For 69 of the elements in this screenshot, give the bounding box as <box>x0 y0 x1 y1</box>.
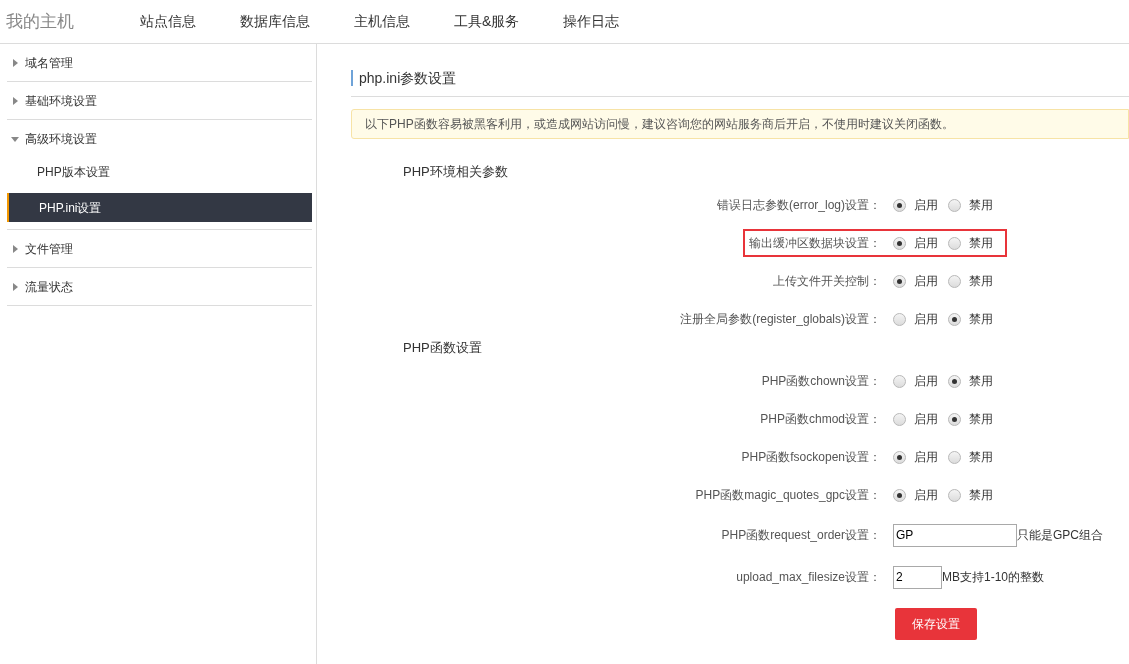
radio-button[interactable] <box>948 236 961 250</box>
setting-label: PHP函数chmod设置： <box>760 411 881 428</box>
radio-label[interactable]: 启用 <box>914 372 938 390</box>
setting-label: PHP函数fsockopen设置： <box>741 449 881 466</box>
sidebar-item[interactable]: 高级环境设置 <box>7 120 312 157</box>
radio-label[interactable]: 启用 <box>914 410 938 428</box>
radio-label[interactable]: 禁用 <box>969 196 993 214</box>
setting-label: 输出缓冲区数据块设置： <box>749 235 881 252</box>
radio-button[interactable] <box>893 236 906 250</box>
input-hint: MB支持1-10的整数 <box>942 569 1045 586</box>
radio-button[interactable] <box>893 274 906 288</box>
caret-icon <box>11 282 19 291</box>
radio-button[interactable] <box>893 198 906 212</box>
sidebar-subitem[interactable]: PHP版本设置 <box>7 157 312 186</box>
caret-icon <box>11 134 19 143</box>
caret-icon <box>11 244 19 253</box>
radio-button[interactable] <box>948 312 961 326</box>
radio-label[interactable]: 禁用 <box>969 448 993 466</box>
sidebar-item[interactable]: 域名管理 <box>7 44 312 81</box>
setting-label: PHP函数request_order设置： <box>721 527 881 544</box>
radio-button[interactable] <box>893 412 906 426</box>
radio-button[interactable] <box>948 488 961 502</box>
nav-link[interactable]: 操作日志 <box>563 11 620 32</box>
setting-label: 上传文件开关控制： <box>773 273 881 290</box>
brand-title: 我的主机 <box>6 10 75 33</box>
text-input[interactable]: GP <box>893 523 1017 547</box>
nav-link[interactable]: 站点信息 <box>140 11 196 32</box>
radio-button[interactable] <box>893 374 906 388</box>
nav-link[interactable]: 主机信息 <box>354 11 410 32</box>
section-heading: PHP函数设置 <box>402 339 483 358</box>
sidebar-item[interactable]: 流量状态 <box>7 268 312 305</box>
input-hint: 只能是GPC组合 <box>1017 527 1103 544</box>
radio-label[interactable]: 启用 <box>914 486 938 504</box>
setting-label: PHP函数magic_quotes_gpc设置： <box>695 487 881 504</box>
save-button[interactable]: 保存设置 <box>895 608 977 640</box>
setting-label: 错误日志参数(error_log)设置： <box>717 197 881 214</box>
radio-label[interactable]: 禁用 <box>969 486 993 504</box>
radio-label[interactable]: 禁用 <box>969 310 993 328</box>
notice-banner: 以下PHP函数容易被黑客利用，或造成网站访问慢，建议咨询您的网站服务商后开启，不使用时建议关闭函数。 <box>351 109 1129 139</box>
radio-label[interactable]: 启用 <box>914 234 938 252</box>
radio-button[interactable] <box>948 412 961 426</box>
setting-label: PHP函数chown设置： <box>761 373 881 390</box>
radio-button[interactable] <box>893 312 906 326</box>
radio-button[interactable] <box>948 198 961 212</box>
section-heading: PHP环境相关参数 <box>402 163 509 182</box>
nav-link[interactable]: 工具&服务 <box>454 11 520 32</box>
radio-label[interactable]: 启用 <box>914 272 938 290</box>
setting-label: 注册全局参数(register_globals)设置： <box>680 311 881 328</box>
page-title: php.ini参数设置 <box>351 70 457 86</box>
nav-link[interactable]: 数据库信息 <box>240 11 310 32</box>
radio-label[interactable]: 启用 <box>914 448 938 466</box>
radio-button[interactable] <box>893 488 906 502</box>
text-input[interactable]: 2 <box>893 565 942 589</box>
radio-label[interactable]: 禁用 <box>969 234 993 252</box>
radio-button[interactable] <box>948 450 961 464</box>
sidebar-item[interactable]: 文件管理 <box>7 230 312 267</box>
setting-label: upload_max_filesize设置： <box>736 569 881 586</box>
radio-button[interactable] <box>893 450 906 464</box>
radio-button[interactable] <box>948 274 961 288</box>
caret-icon <box>11 96 19 105</box>
sidebar-subitem[interactable]: PHP.ini设置 <box>7 193 312 222</box>
radio-label[interactable]: 禁用 <box>969 272 993 290</box>
radio-label[interactable]: 启用 <box>914 196 938 214</box>
radio-label[interactable]: 禁用 <box>969 372 993 390</box>
radio-button[interactable] <box>948 374 961 388</box>
caret-icon <box>11 58 19 67</box>
sidebar-item[interactable]: 基础环境设置 <box>7 82 312 119</box>
radio-label[interactable]: 禁用 <box>969 410 993 428</box>
radio-label[interactable]: 启用 <box>914 310 938 328</box>
